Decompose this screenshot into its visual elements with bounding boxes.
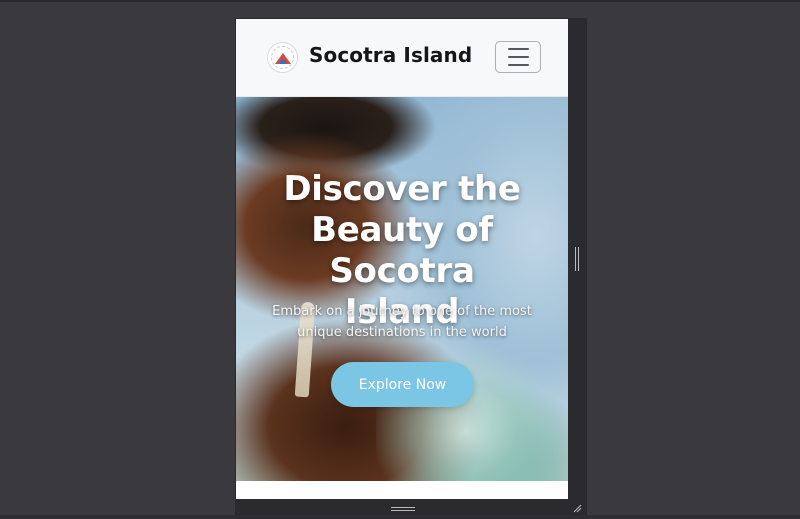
emblem-ring: [271, 46, 294, 69]
hero-subtitle-line: Embark on a journey to one of the most: [272, 304, 532, 319]
explore-now-button[interactable]: Explore Now: [331, 362, 474, 407]
page-viewport: Socotra Island Discover the Beauty of So…: [236, 19, 568, 499]
resize-handle-vertical-icon[interactable]: [574, 247, 580, 271]
hamburger-menu-icon: [507, 48, 529, 50]
navbar: Socotra Island: [236, 19, 568, 97]
window-top-edge: [0, 0, 800, 2]
hero-title-line: Beauty of Socotra: [311, 210, 493, 291]
socotra-emblem-icon[interactable]: [267, 42, 298, 73]
hero-subtitle: Embark on a journey to one of the most u…: [262, 301, 542, 343]
hamburger-menu-button[interactable]: [495, 41, 541, 73]
hero-subtitle-line: unique destinations in the world: [297, 325, 507, 340]
resize-handle-horizontal-icon[interactable]: [391, 506, 415, 512]
hamburger-menu-icon-bar: [507, 64, 529, 66]
hero-section: Discover the Beauty of Socotra Island Em…: [236, 97, 568, 481]
device-preview-frame: Socotra Island Discover the Beauty of So…: [236, 19, 586, 515]
resize-corner-icon[interactable]: [572, 503, 582, 513]
window-bottom-edge: [0, 515, 800, 519]
brand-name[interactable]: Socotra Island: [309, 43, 472, 67]
hero-title-line: Discover the: [283, 169, 521, 209]
hamburger-menu-icon-bar: [507, 56, 529, 58]
